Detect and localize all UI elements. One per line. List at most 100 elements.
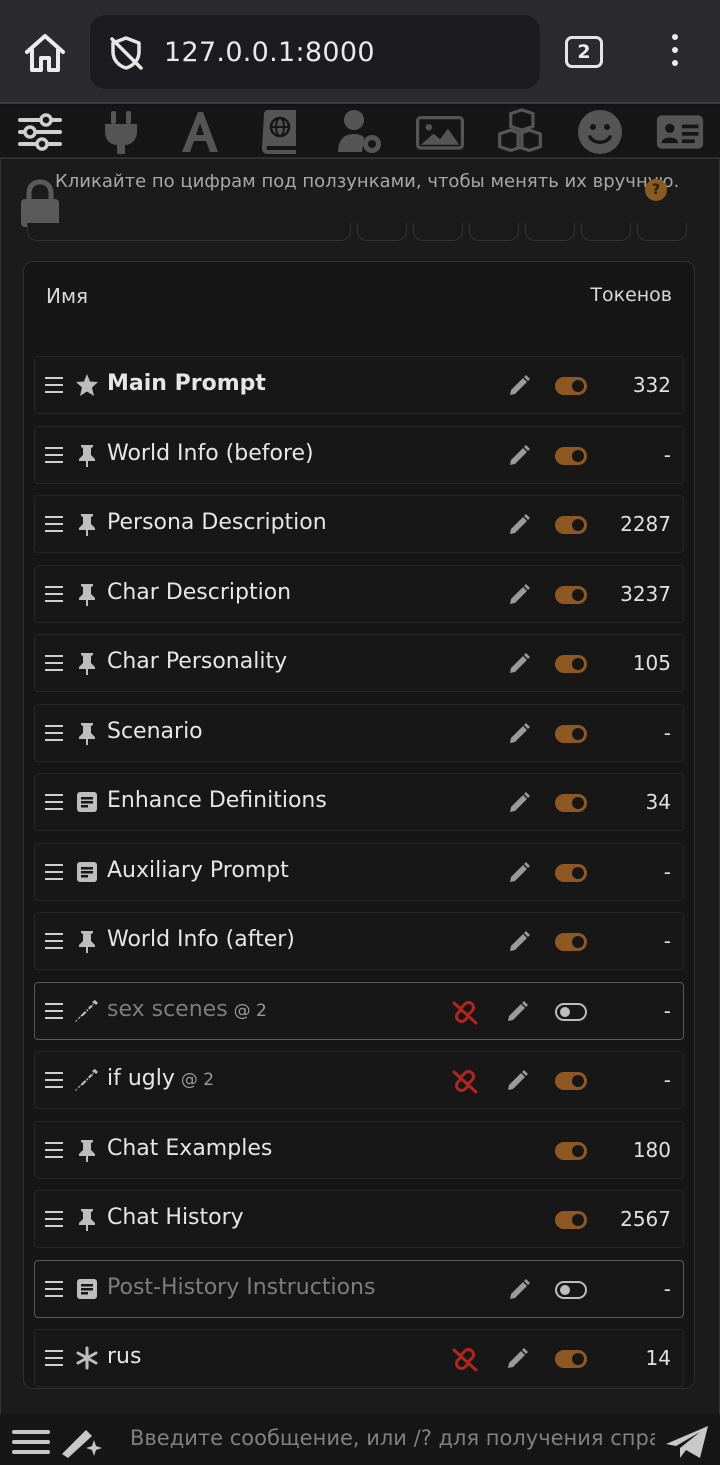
prompt-name-text[interactable]: rus [107, 1344, 141, 1369]
prompt-name-text[interactable]: Persona Description [107, 510, 327, 535]
edit-pencil-icon[interactable] [507, 374, 531, 398]
drag-handle-icon[interactable] [45, 1280, 63, 1297]
prompt-name[interactable]: Scenario [107, 719, 203, 744]
preset-button-edge[interactable] [637, 223, 687, 241]
message-input[interactable]: Введите сообщение, или /? для получения … [130, 1426, 655, 1450]
edit-pencil-icon[interactable] [507, 444, 531, 468]
image-icon[interactable] [416, 108, 464, 156]
unlink-icon[interactable] [451, 1068, 479, 1094]
prompt-row[interactable]: Chat Examples 180 [34, 1120, 684, 1179]
prompt-name[interactable]: Post-History Instructions [107, 1275, 375, 1300]
options-menu-icon[interactable] [12, 1430, 50, 1454]
enable-toggle[interactable] [555, 1350, 587, 1368]
prompt-name[interactable]: Chat Examples [107, 1136, 272, 1161]
prompt-name-text[interactable]: Char Personality [107, 649, 287, 674]
prompt-name[interactable]: rus [107, 1344, 141, 1369]
prompt-name-text[interactable]: if ugly [107, 1066, 175, 1091]
unlink-icon[interactable] [451, 999, 479, 1025]
prompt-name-text[interactable]: Post-History Instructions [107, 1275, 375, 1300]
prompt-row[interactable]: rus 14 [34, 1329, 684, 1387]
edit-pencil-icon[interactable] [507, 652, 531, 676]
prompt-row[interactable]: Post-History Instructions - [34, 1259, 684, 1318]
prompt-name-text[interactable]: Auxiliary Prompt [107, 858, 289, 883]
enable-toggle[interactable] [555, 794, 587, 812]
address-bar[interactable]: 127.0.0.1:8000 [90, 15, 540, 89]
enable-toggle[interactable] [555, 933, 587, 951]
prompt-name[interactable]: Chat History [107, 1205, 244, 1230]
prompt-name-text[interactable]: Chat Examples [107, 1136, 272, 1161]
drag-handle-icon[interactable] [45, 1211, 63, 1227]
prompt-name[interactable]: Auxiliary Prompt [107, 858, 289, 883]
edit-pencil-icon[interactable] [507, 583, 531, 607]
prompt-name[interactable]: World Info (before) [107, 441, 314, 466]
enable-toggle[interactable] [555, 1211, 587, 1229]
prompt-name-text[interactable]: Main Prompt [107, 371, 266, 396]
prompt-row[interactable]: Auxiliary Prompt - [34, 842, 684, 901]
sliders-icon[interactable] [16, 108, 64, 156]
prompt-name-text[interactable]: World Info (after) [107, 927, 295, 952]
prompt-row[interactable]: Char Description 3237 [34, 564, 684, 623]
drag-handle-icon[interactable] [45, 377, 63, 393]
home-icon[interactable] [22, 30, 68, 76]
enable-toggle[interactable] [555, 516, 587, 534]
preset-button-edge[interactable] [469, 223, 519, 241]
drag-handle-icon[interactable] [45, 933, 63, 949]
enable-toggle[interactable] [555, 585, 587, 604]
send-icon[interactable] [664, 1424, 710, 1460]
enable-toggle[interactable] [555, 1280, 587, 1299]
enable-toggle[interactable] [555, 446, 587, 465]
prompt-name-text[interactable]: Char Description [107, 580, 291, 605]
prompt-row[interactable]: World Info (after) - [34, 912, 684, 970]
drag-handle-icon[interactable] [45, 794, 63, 810]
prompt-row[interactable]: Persona Description 2287 [34, 495, 684, 553]
edit-pencil-icon[interactable] [507, 722, 531, 746]
enable-toggle[interactable] [555, 655, 587, 673]
drag-handle-icon[interactable] [45, 724, 63, 741]
prompt-name-text[interactable]: World Info (before) [107, 441, 314, 466]
prompt-name[interactable]: Char Personality [107, 649, 287, 674]
enable-toggle[interactable] [555, 1141, 587, 1160]
prompt-row[interactable]: Enhance Definitions 34 [34, 773, 684, 831]
drag-handle-icon[interactable] [45, 446, 63, 463]
prompt-row[interactable]: sex scenes @ 2 - [34, 981, 684, 1040]
edit-pencil-icon[interactable] [505, 1069, 529, 1093]
font-icon[interactable] [176, 108, 224, 156]
enable-toggle[interactable] [555, 863, 587, 882]
preset-button-edge[interactable] [357, 223, 407, 241]
prompt-row[interactable]: Main Prompt 332 [34, 356, 684, 414]
prompt-name[interactable]: if ugly @ 2 [107, 1066, 214, 1091]
edit-pencil-icon[interactable] [507, 1278, 531, 1302]
enable-toggle[interactable] [555, 1002, 587, 1021]
edit-pencil-icon[interactable] [505, 1000, 529, 1024]
prompt-row[interactable]: Scenario - [34, 703, 684, 762]
prompt-name-text[interactable]: Enhance Definitions [107, 788, 327, 813]
smile-icon[interactable] [576, 108, 624, 156]
prompt-name[interactable]: Main Prompt [107, 371, 266, 396]
prompt-name-text[interactable]: Chat History [107, 1205, 244, 1230]
preset-button-edge[interactable] [525, 223, 575, 241]
drag-handle-icon[interactable] [45, 516, 63, 532]
enable-toggle[interactable] [555, 724, 587, 743]
cubes-icon[interactable] [496, 108, 544, 156]
drag-handle-icon[interactable] [45, 585, 63, 602]
edit-pencil-icon[interactable] [507, 791, 531, 815]
prompt-row[interactable]: if ugly @ 2 - [34, 1051, 684, 1109]
prompt-name-text[interactable]: sex scenes [107, 997, 228, 1022]
prompt-name-text[interactable]: Scenario [107, 719, 203, 744]
prompt-name[interactable]: World Info (after) [107, 927, 295, 952]
prompt-name[interactable]: sex scenes @ 2 [107, 997, 267, 1022]
prompt-row[interactable]: World Info (before) - [34, 425, 684, 484]
tab-switcher-button[interactable]: 2 [565, 36, 603, 68]
prompt-name[interactable]: Char Description [107, 580, 291, 605]
magic-wand-icon[interactable] [60, 1424, 104, 1458]
browser-menu-icon[interactable] [660, 34, 690, 74]
drag-handle-icon[interactable] [45, 1141, 63, 1158]
shield-slash-icon[interactable] [108, 35, 144, 71]
enable-toggle[interactable] [555, 377, 587, 395]
drag-handle-icon[interactable] [45, 655, 63, 671]
prompt-row[interactable]: Chat History 2567 [34, 1190, 684, 1248]
enable-toggle[interactable] [555, 1072, 587, 1090]
help-icon[interactable]: ? [645, 179, 667, 201]
url-text[interactable]: 127.0.0.1:8000 [164, 37, 375, 68]
plug-icon[interactable] [97, 108, 145, 156]
